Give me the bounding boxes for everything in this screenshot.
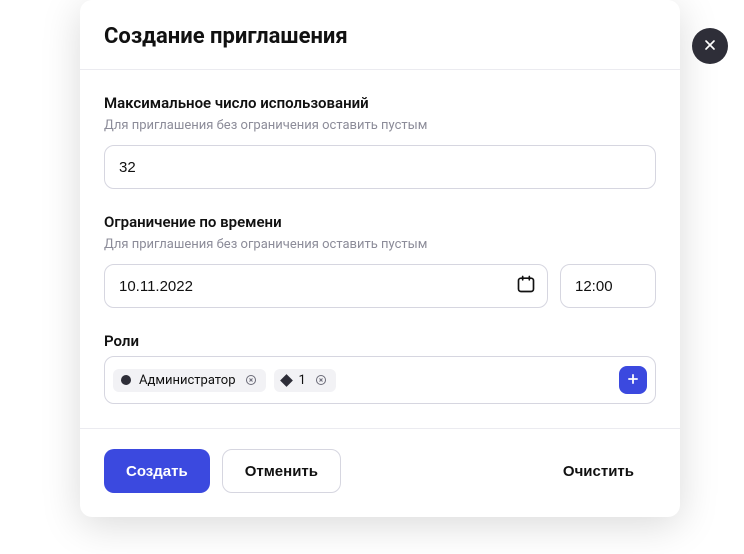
- date-input-wrap: [104, 264, 548, 308]
- role-chip-1[interactable]: 1: [274, 369, 336, 392]
- remove-icon[interactable]: [314, 373, 328, 387]
- roles-box: Администратор 1: [104, 356, 656, 404]
- time-limit-help: Для приглашения без ограничения оставить…: [104, 237, 656, 252]
- time-limit-row: [104, 264, 656, 308]
- modal-body: Максимальное число использований Для при…: [80, 70, 680, 428]
- dot-icon: [121, 375, 131, 385]
- max-uses-help: Для приглашения без ограничения оставить…: [104, 118, 656, 133]
- modal-title: Создание приглашения: [104, 24, 656, 49]
- cancel-button[interactable]: Отменить: [222, 449, 341, 493]
- time-input[interactable]: [560, 264, 656, 308]
- role-chip-label: Администратор: [139, 373, 236, 388]
- roles-label: Роли: [104, 332, 656, 350]
- clear-button[interactable]: Очистить: [541, 449, 656, 493]
- time-limit-group: Ограничение по времени Для приглашения б…: [104, 213, 656, 308]
- diamond-icon: [280, 374, 293, 387]
- create-invitation-modal: Создание приглашения Максимальное число …: [80, 0, 680, 517]
- create-button[interactable]: Создать: [104, 449, 210, 493]
- plus-icon: [626, 372, 640, 389]
- time-limit-label: Ограничение по времени: [104, 213, 656, 231]
- modal-footer: Создать Отменить Очистить: [80, 428, 680, 517]
- max-uses-input[interactable]: [104, 145, 656, 189]
- time-input-wrap: [560, 264, 656, 308]
- modal-header: Создание приглашения: [80, 0, 680, 70]
- role-chip-label: 1: [299, 373, 306, 388]
- close-icon: [702, 37, 718, 56]
- max-uses-group: Максимальное число использований Для при…: [104, 94, 656, 189]
- max-uses-label: Максимальное число использований: [104, 94, 656, 112]
- roles-group: Роли Администратор 1: [104, 332, 656, 404]
- role-chip-administrator[interactable]: Администратор: [113, 369, 266, 392]
- date-input[interactable]: [104, 264, 548, 308]
- add-role-button[interactable]: [619, 366, 647, 394]
- remove-icon[interactable]: [244, 373, 258, 387]
- close-button[interactable]: [692, 28, 728, 64]
